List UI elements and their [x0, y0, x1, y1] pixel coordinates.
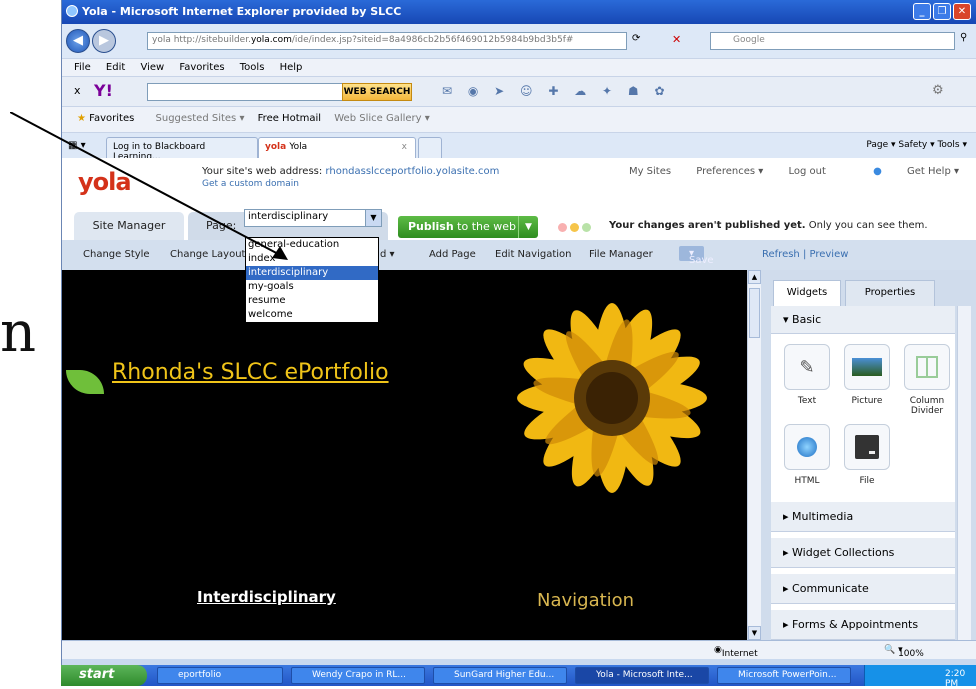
title-bar: Yola - Microsoft Internet Explorer provi… — [62, 0, 976, 24]
web-search-button[interactable]: WEB SEARCH — [342, 83, 412, 101]
new-tab-button[interactable] — [418, 137, 442, 159]
navigation-label[interactable]: Navigation — [537, 590, 634, 611]
multimedia-section[interactable]: ▸ Multimedia — [771, 502, 955, 532]
page-heading[interactable]: Interdisciplinary — [197, 588, 336, 606]
publish-button[interactable]: Publish to the web — [398, 216, 538, 238]
annotation-arrow — [10, 112, 288, 260]
menu-help[interactable]: Help — [280, 62, 303, 73]
close-toolbar-icon[interactable]: x — [74, 84, 81, 97]
file-manager-button[interactable]: File Manager — [589, 249, 653, 260]
dropdown-option[interactable]: welcome — [246, 308, 378, 322]
close-icon[interactable]: ✕ — [953, 3, 971, 20]
stop-icon[interactable]: ✕ — [672, 33, 681, 46]
canvas-scrollbar[interactable]: ▲ ▼ — [747, 270, 761, 640]
sunflower-image — [517, 303, 707, 493]
minimize-icon[interactable]: _ — [913, 3, 931, 20]
menu-file[interactable]: File — [74, 62, 91, 73]
yahoo-search-input[interactable] — [147, 83, 347, 101]
window-title: Yola - Microsoft Internet Explorer provi… — [82, 5, 402, 18]
publish-menu-icon[interactable]: ▼ — [518, 216, 538, 238]
logout-link[interactable]: Log out — [788, 166, 825, 177]
yahoo-logo-icon[interactable]: Y! — [94, 81, 113, 100]
ie-icon — [66, 5, 78, 17]
slide-partial-letter: n — [0, 300, 37, 365]
unpublished-notice: Your changes aren't published yet. Only … — [609, 220, 928, 231]
tab-properties[interactable]: Properties — [845, 280, 935, 306]
start-button[interactable]: start — [61, 665, 147, 686]
internet-zone: ◉ Internet — [714, 645, 758, 659]
forward-icon[interactable]: ▶ — [92, 29, 116, 53]
widgets-body: ▾ Basic ✎ Text Picture Column Divider HTM… — [771, 306, 955, 640]
browser-window: Yola - Microsoft Internet Explorer provi… — [61, 0, 976, 665]
text-widget[interactable]: ✎ Text — [777, 344, 837, 406]
scroll-down-icon[interactable]: ▼ — [748, 626, 761, 640]
refresh-preview-link[interactable]: Refresh | Preview — [762, 249, 848, 260]
chevron-down-icon: ▼ — [365, 210, 381, 226]
dropdown-option-selected[interactable]: interdisciplinary — [246, 266, 378, 280]
search-icon[interactable]: ⚲ — [960, 32, 967, 43]
forms-section[interactable]: ▸ Forms & Appointments — [771, 610, 955, 640]
picture-widget[interactable]: Picture — [837, 344, 897, 406]
command-bar[interactable]: Page ▾ Safety ▾ Tools ▾ — [866, 140, 967, 150]
maximize-icon[interactable]: ❐ — [933, 3, 951, 20]
edit-navigation-button[interactable]: Edit Navigation — [495, 249, 571, 260]
tab-widgets[interactable]: Widgets — [773, 280, 841, 306]
pencil-icon: ✎ — [799, 356, 815, 378]
menu-edit[interactable]: Edit — [106, 62, 125, 73]
basic-section[interactable]: ▾ Basic — [771, 306, 955, 334]
site-address-link[interactable]: rhondasslcceportfolio.yolasite.com — [325, 166, 499, 177]
url-field[interactable]: yola http://sitebuilder.yola.com/ide/ind… — [147, 32, 627, 50]
taskbar-item-active[interactable]: Yola - Microsoft Inte... — [575, 667, 709, 684]
widget-collections-section[interactable]: ▸ Widget Collections — [771, 538, 955, 568]
scroll-up-icon[interactable]: ▲ — [748, 270, 761, 284]
taskbar-item[interactable]: Microsoft PowerPoin... — [717, 667, 851, 684]
menu-bar: File Edit View Favorites Tools Help — [62, 58, 976, 76]
menu-tools[interactable]: Tools — [240, 62, 265, 73]
taskbar-item[interactable]: SunGard Higher Edu... — [433, 667, 567, 684]
dropdown-option[interactable]: resume — [246, 294, 378, 308]
status-bar: ◉ Internet 🔍 100% ▾ — [62, 640, 976, 659]
search-field[interactable]: Google — [710, 32, 955, 50]
column-divider-widget[interactable]: Column Divider — [897, 344, 957, 416]
site-title[interactable]: Rhonda's SLCC ePortfolio — [112, 360, 389, 385]
zoom-level[interactable]: 🔍 100% ▾ — [884, 645, 924, 659]
dropdown-option[interactable]: my-goals — [246, 280, 378, 294]
status-dots — [558, 222, 594, 235]
get-help-link[interactable]: ● Get Help ▾ — [851, 166, 959, 177]
file-widget[interactable]: File — [837, 424, 897, 486]
refresh-icon[interactable]: ⟳ — [632, 33, 640, 44]
fav-webslice[interactable]: Web Slice Gallery ▾ — [334, 113, 430, 124]
floppy-icon — [855, 435, 879, 459]
address-bar: ◀ ▶ yola http://sitebuilder.yola.com/ide… — [62, 24, 976, 58]
column-divider-icon — [916, 356, 938, 378]
communicate-section[interactable]: ▸ Communicate — [771, 574, 955, 604]
panel-scrollbar[interactable] — [957, 306, 971, 640]
taskbar-item[interactable]: eportfolio — [157, 667, 283, 684]
menu-favorites[interactable]: Favorites — [179, 62, 224, 73]
site-canvas[interactable]: Rhonda's SLCC ePortfolio Interdisciplina… — [62, 270, 747, 640]
taskbar: start eportfolio Wendy Crapo in RL... Su… — [61, 665, 976, 689]
back-icon[interactable]: ◀ — [66, 29, 90, 53]
top-links: My Sites Preferences ▾ Log out ● Get Hel… — [607, 166, 959, 177]
leaf-icon — [66, 370, 104, 394]
add-page-button[interactable]: Add Page — [429, 249, 476, 260]
html-widget[interactable]: HTML — [777, 424, 837, 486]
add-dropdown-button[interactable]: d ▾ — [380, 249, 395, 260]
preferences-link[interactable]: Preferences ▾ — [696, 166, 763, 177]
system-tray[interactable]: 2:20 PM — [864, 665, 976, 689]
globe-icon — [797, 437, 817, 457]
toolbar-settings-icon[interactable]: ⚙ — [932, 83, 944, 98]
my-sites-link[interactable]: My Sites — [629, 166, 671, 177]
toolbar-buttons-icon[interactable]: ✉ ◉ ➤ ☺ ✚ ☁ ✦ ☗ ✿ — [442, 84, 671, 98]
taskbar-item[interactable]: Wendy Crapo in RL... — [291, 667, 425, 684]
picture-icon — [852, 358, 882, 376]
widgets-panel: Widgets Properties ▾ Basic ✎ Text Picture… — [761, 270, 976, 640]
menu-view[interactable]: View — [140, 62, 164, 73]
save-button[interactable]: Save ▾ — [679, 246, 714, 266]
yahoo-toolbar: x Y! WEB SEARCH ✉ ◉ ➤ ☺ ✚ ☁ ✦ ☗ ✿ ⚙ — [62, 76, 976, 106]
scroll-thumb[interactable] — [749, 288, 760, 338]
